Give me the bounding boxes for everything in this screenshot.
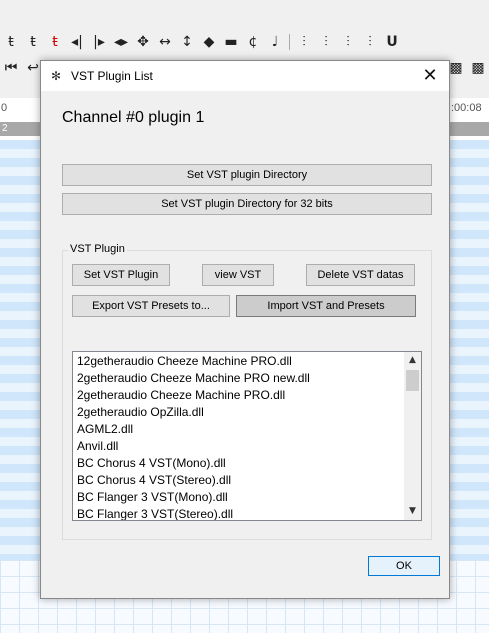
magnet-icon[interactable]: U [381, 32, 403, 52]
list-item[interactable]: BC Chorus 4 VST(Stereo).dll [77, 472, 402, 489]
tool-icon-11[interactable]: ▬ [220, 32, 242, 52]
list-item[interactable]: 2getheraudio Cheeze Machine PRO.dll [77, 387, 402, 404]
set-vst-directory-button[interactable]: Set VST plugin Directory [62, 164, 432, 186]
move-icon[interactable]: ✥ [132, 32, 154, 52]
tool-icon-10[interactable]: ◆ [198, 32, 220, 52]
ruler-label-right: :00:08 [451, 102, 482, 114]
vertical-arrows-icon[interactable]: ↕ [176, 32, 198, 52]
dialog-title: VST Plugin List [71, 69, 153, 83]
close-icon[interactable]: ✕ [419, 65, 441, 87]
list-item[interactable]: 12getheraudio Cheeze Machine PRO.dll [77, 353, 402, 370]
list-item[interactable]: AGML2.dll [77, 421, 402, 438]
vst-plugin-group-label: VST Plugin [68, 243, 127, 255]
import-vst-presets-button[interactable]: Import VST and Presets [236, 295, 416, 317]
tool-icon-1[interactable]: ŧ [0, 32, 22, 52]
toolbar-row-1: ŧ ŧ ŧ ◂| |▸ ◂▸ ✥ ↔ ↕ ◆ ▬ ¢ ♩ ⫶ ⫶ ⫶ ⫶ U [0, 32, 403, 52]
vst-plugin-list-dialog: ✻ VST Plugin List ✕ Channel #0 plugin 1 … [40, 60, 450, 599]
vertical-scrollbar[interactable]: ▲ ▼ [404, 352, 421, 520]
align-justify-icon[interactable]: ⫶ [359, 32, 381, 52]
time-ruler-right: :00:08 [449, 98, 489, 118]
dialog-titlebar[interactable]: ✻ VST Plugin List ✕ [41, 61, 449, 91]
ok-button[interactable]: OK [368, 556, 440, 576]
list-item[interactable]: BC Flanger 3 VST(Stereo).dll [77, 506, 402, 520]
vst-plugin-listbox[interactable]: 12getheraudio Cheeze Machine PRO.dll 2ge… [72, 351, 422, 521]
tool-icon-right-2[interactable]: ▩ [467, 58, 489, 78]
align-center-icon[interactable]: ⫶ [337, 32, 359, 52]
delete-vst-datas-button[interactable]: Delete VST datas [306, 264, 415, 286]
plugin-list: 12getheraudio Cheeze Machine PRO.dll 2ge… [77, 353, 402, 520]
toolbar-row-2-right: ▩ ▩ [445, 58, 489, 78]
track-lanes-right [449, 140, 489, 560]
background-toolbar: ŧ ŧ ŧ ◂| |▸ ◂▸ ✥ ↔ ↕ ◆ ▬ ¢ ♩ ⫶ ⫶ ⫶ ⫶ U ⏮… [0, 22, 489, 76]
set-vst-directory-32bit-button[interactable]: Set VST plugin Directory for 32 bits [62, 193, 432, 215]
tool-icon-3[interactable]: ŧ [44, 32, 66, 52]
track-header-left: 2 [0, 122, 40, 136]
toolbar-separator [289, 34, 290, 50]
tool-icon-2[interactable]: ŧ [22, 32, 44, 52]
app-icon: ✻ [51, 69, 62, 83]
track-lanes-left [0, 140, 40, 560]
tool-icon-6[interactable]: ◂▸ [110, 32, 132, 52]
toolbar-row-2: ⏮ ↩ [0, 58, 44, 78]
align-right-icon[interactable]: ⫶ [315, 32, 337, 52]
track-header-right [449, 122, 489, 136]
scrollbar-thumb[interactable] [406, 370, 419, 391]
list-item[interactable]: 2getheraudio Cheeze Machine PRO new.dll [77, 370, 402, 387]
time-ruler-left: 0 [0, 98, 40, 118]
tool-icon-4[interactable]: ◂| [66, 32, 88, 52]
channel-heading: Channel #0 plugin 1 [62, 109, 205, 126]
set-vst-plugin-button[interactable]: Set VST Plugin [72, 264, 170, 286]
tool-icon-13[interactable]: ♩ [264, 32, 286, 52]
scroll-down-icon[interactable]: ▼ [404, 503, 421, 520]
track-header-label: 2 [2, 123, 8, 134]
rewind-start-icon[interactable]: ⏮ [0, 58, 22, 78]
scroll-up-icon[interactable]: ▲ [404, 352, 421, 369]
tool-icon-5[interactable]: |▸ [88, 32, 110, 52]
horizontal-arrows-icon[interactable]: ↔ [154, 32, 176, 52]
list-item[interactable]: 2getheraudio OpZilla.dll [77, 404, 402, 421]
export-vst-presets-button[interactable]: Export VST Presets to... [72, 295, 230, 317]
tool-icon-12[interactable]: ¢ [242, 32, 264, 52]
list-item[interactable]: Anvil.dll [77, 438, 402, 455]
ruler-label-left: 0 [1, 102, 8, 114]
list-item[interactable]: BC Flanger 3 VST(Mono).dll [77, 489, 402, 506]
view-vst-button[interactable]: view VST [202, 264, 274, 286]
list-item[interactable]: BC Chorus 4 VST(Mono).dll [77, 455, 402, 472]
align-left-icon[interactable]: ⫶ [293, 32, 315, 52]
